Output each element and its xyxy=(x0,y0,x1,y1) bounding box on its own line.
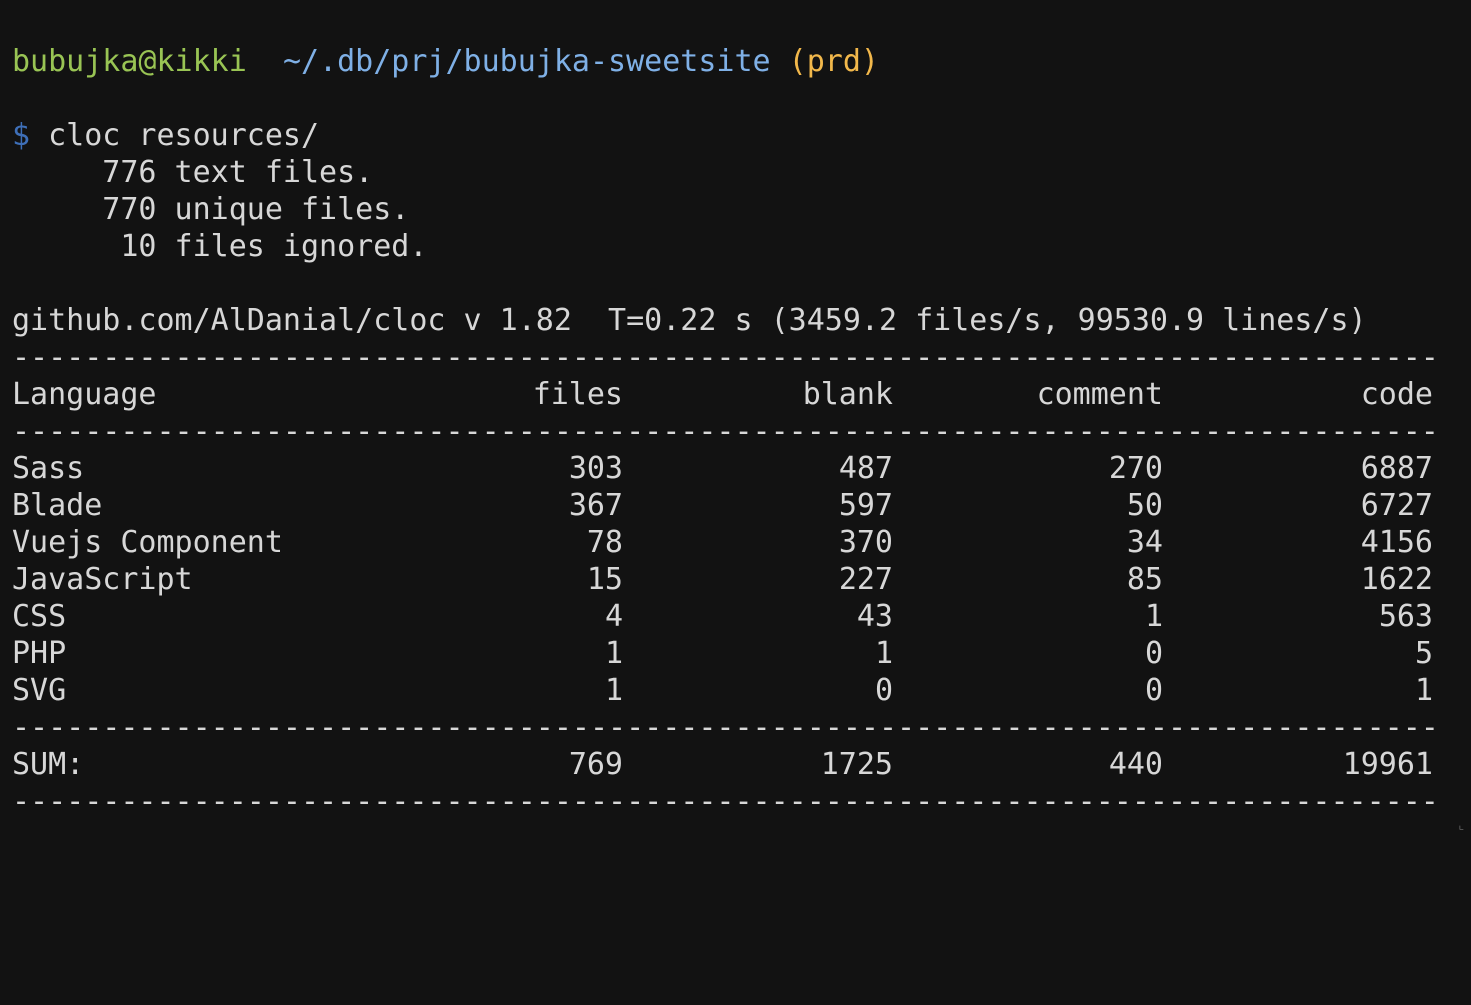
resize-corner-mark: ⌞ xyxy=(1457,818,1465,832)
table-row: JavaScript 15 227 85 1622 xyxy=(12,561,1462,598)
cell-comment: 50 xyxy=(1126,488,1163,523)
cell-comment: 270 xyxy=(1108,451,1163,486)
cell-files: 1 xyxy=(604,636,623,671)
cell-comment: 85 xyxy=(1126,562,1163,597)
cell-language: Vuejs Component xyxy=(12,525,283,560)
cell-files: 367 xyxy=(568,488,623,523)
cell-code: 5 xyxy=(1414,636,1433,671)
table-divider: ----------------------------------------… xyxy=(12,414,1439,449)
cell-language: PHP xyxy=(12,636,67,671)
table-divider: ----------------------------------------… xyxy=(12,340,1439,375)
summary-ignored-files: 10 files ignored. xyxy=(12,229,428,264)
sum-comment: 440 xyxy=(1108,747,1163,782)
prompt-git-branch: (prd) xyxy=(788,44,879,79)
summary-text-files: 776 text files. xyxy=(12,155,374,190)
sum-files: 769 xyxy=(568,747,623,782)
cell-language: CSS xyxy=(12,599,67,634)
sum-code: 19961 xyxy=(1342,747,1433,782)
cell-code: 6887 xyxy=(1360,451,1433,486)
cell-blank: 487 xyxy=(838,451,893,486)
cell-files: 78 xyxy=(586,525,623,560)
cell-code: 1 xyxy=(1414,673,1433,708)
shell-prompt: bubujka@kikki ~/.db/prj/bubujka-sweetsit… xyxy=(12,43,1462,80)
column-header-files: files xyxy=(532,377,623,412)
table-row: Sass 303 487 270 6887 xyxy=(12,450,1462,487)
command-text: cloc resources/ xyxy=(48,118,320,153)
cell-language: SVG xyxy=(12,673,67,708)
table-sum-row: SUM: 769 1725 440 19961 xyxy=(12,746,1462,783)
table-header-row: Language files blank comment code xyxy=(12,376,1462,413)
column-header-comment: comment xyxy=(1036,377,1163,412)
cell-code: 563 xyxy=(1378,599,1433,634)
cell-blank: 1 xyxy=(874,636,893,671)
cell-language: Sass xyxy=(12,451,85,486)
cell-comment: 1 xyxy=(1144,599,1163,634)
cell-files: 303 xyxy=(568,451,623,486)
cell-blank: 597 xyxy=(838,488,893,523)
sum-label: SUM: xyxy=(12,747,85,782)
table-divider: ----------------------------------------… xyxy=(12,784,1439,819)
cloc-header-info: github.com/AlDanial/cloc v 1.82 T=0.22 s… xyxy=(12,303,1367,338)
cell-blank: 0 xyxy=(874,673,893,708)
cell-comment: 34 xyxy=(1126,525,1163,560)
cell-files: 4 xyxy=(604,599,623,634)
cell-comment: 0 xyxy=(1144,673,1163,708)
table-row: SVG 1 0 0 1 xyxy=(12,672,1462,709)
cell-code: 1622 xyxy=(1360,562,1433,597)
cell-code: 6727 xyxy=(1360,488,1433,523)
prompt-path: ~/.db/prj/bubujka-sweetsite xyxy=(282,44,771,79)
cell-blank: 370 xyxy=(838,525,893,560)
column-header-code: code xyxy=(1360,377,1433,412)
table-row: CSS 4 43 1 563 xyxy=(12,598,1462,635)
cell-code: 4156 xyxy=(1360,525,1433,560)
table-row: Vuejs Component 78 370 34 4156 xyxy=(12,524,1462,561)
column-header-blank: blank xyxy=(802,377,893,412)
cell-comment: 0 xyxy=(1144,636,1163,671)
summary-unique-files: 770 unique files. xyxy=(12,192,410,227)
table-divider: ----------------------------------------… xyxy=(12,710,1439,745)
prompt-dollar-symbol: $ xyxy=(12,118,31,153)
table-row: PHP 1 1 0 5 xyxy=(12,635,1462,672)
table-row: Blade 367 597 50 6727 xyxy=(12,487,1462,524)
command-line[interactable]: $ cloc resources/ xyxy=(12,117,1462,154)
terminal-output: bubujka@kikki ~/.db/prj/bubujka-sweetsit… xyxy=(12,43,1462,820)
cell-files: 1 xyxy=(604,673,623,708)
cell-language: Blade xyxy=(12,488,103,523)
column-header-language: Language xyxy=(12,377,157,412)
sum-blank: 1725 xyxy=(820,747,893,782)
cell-language: JavaScript xyxy=(12,562,193,597)
prompt-user-host: bubujka@kikki xyxy=(12,44,247,79)
cell-blank: 43 xyxy=(856,599,893,634)
cell-files: 15 xyxy=(586,562,623,597)
cell-blank: 227 xyxy=(838,562,893,597)
